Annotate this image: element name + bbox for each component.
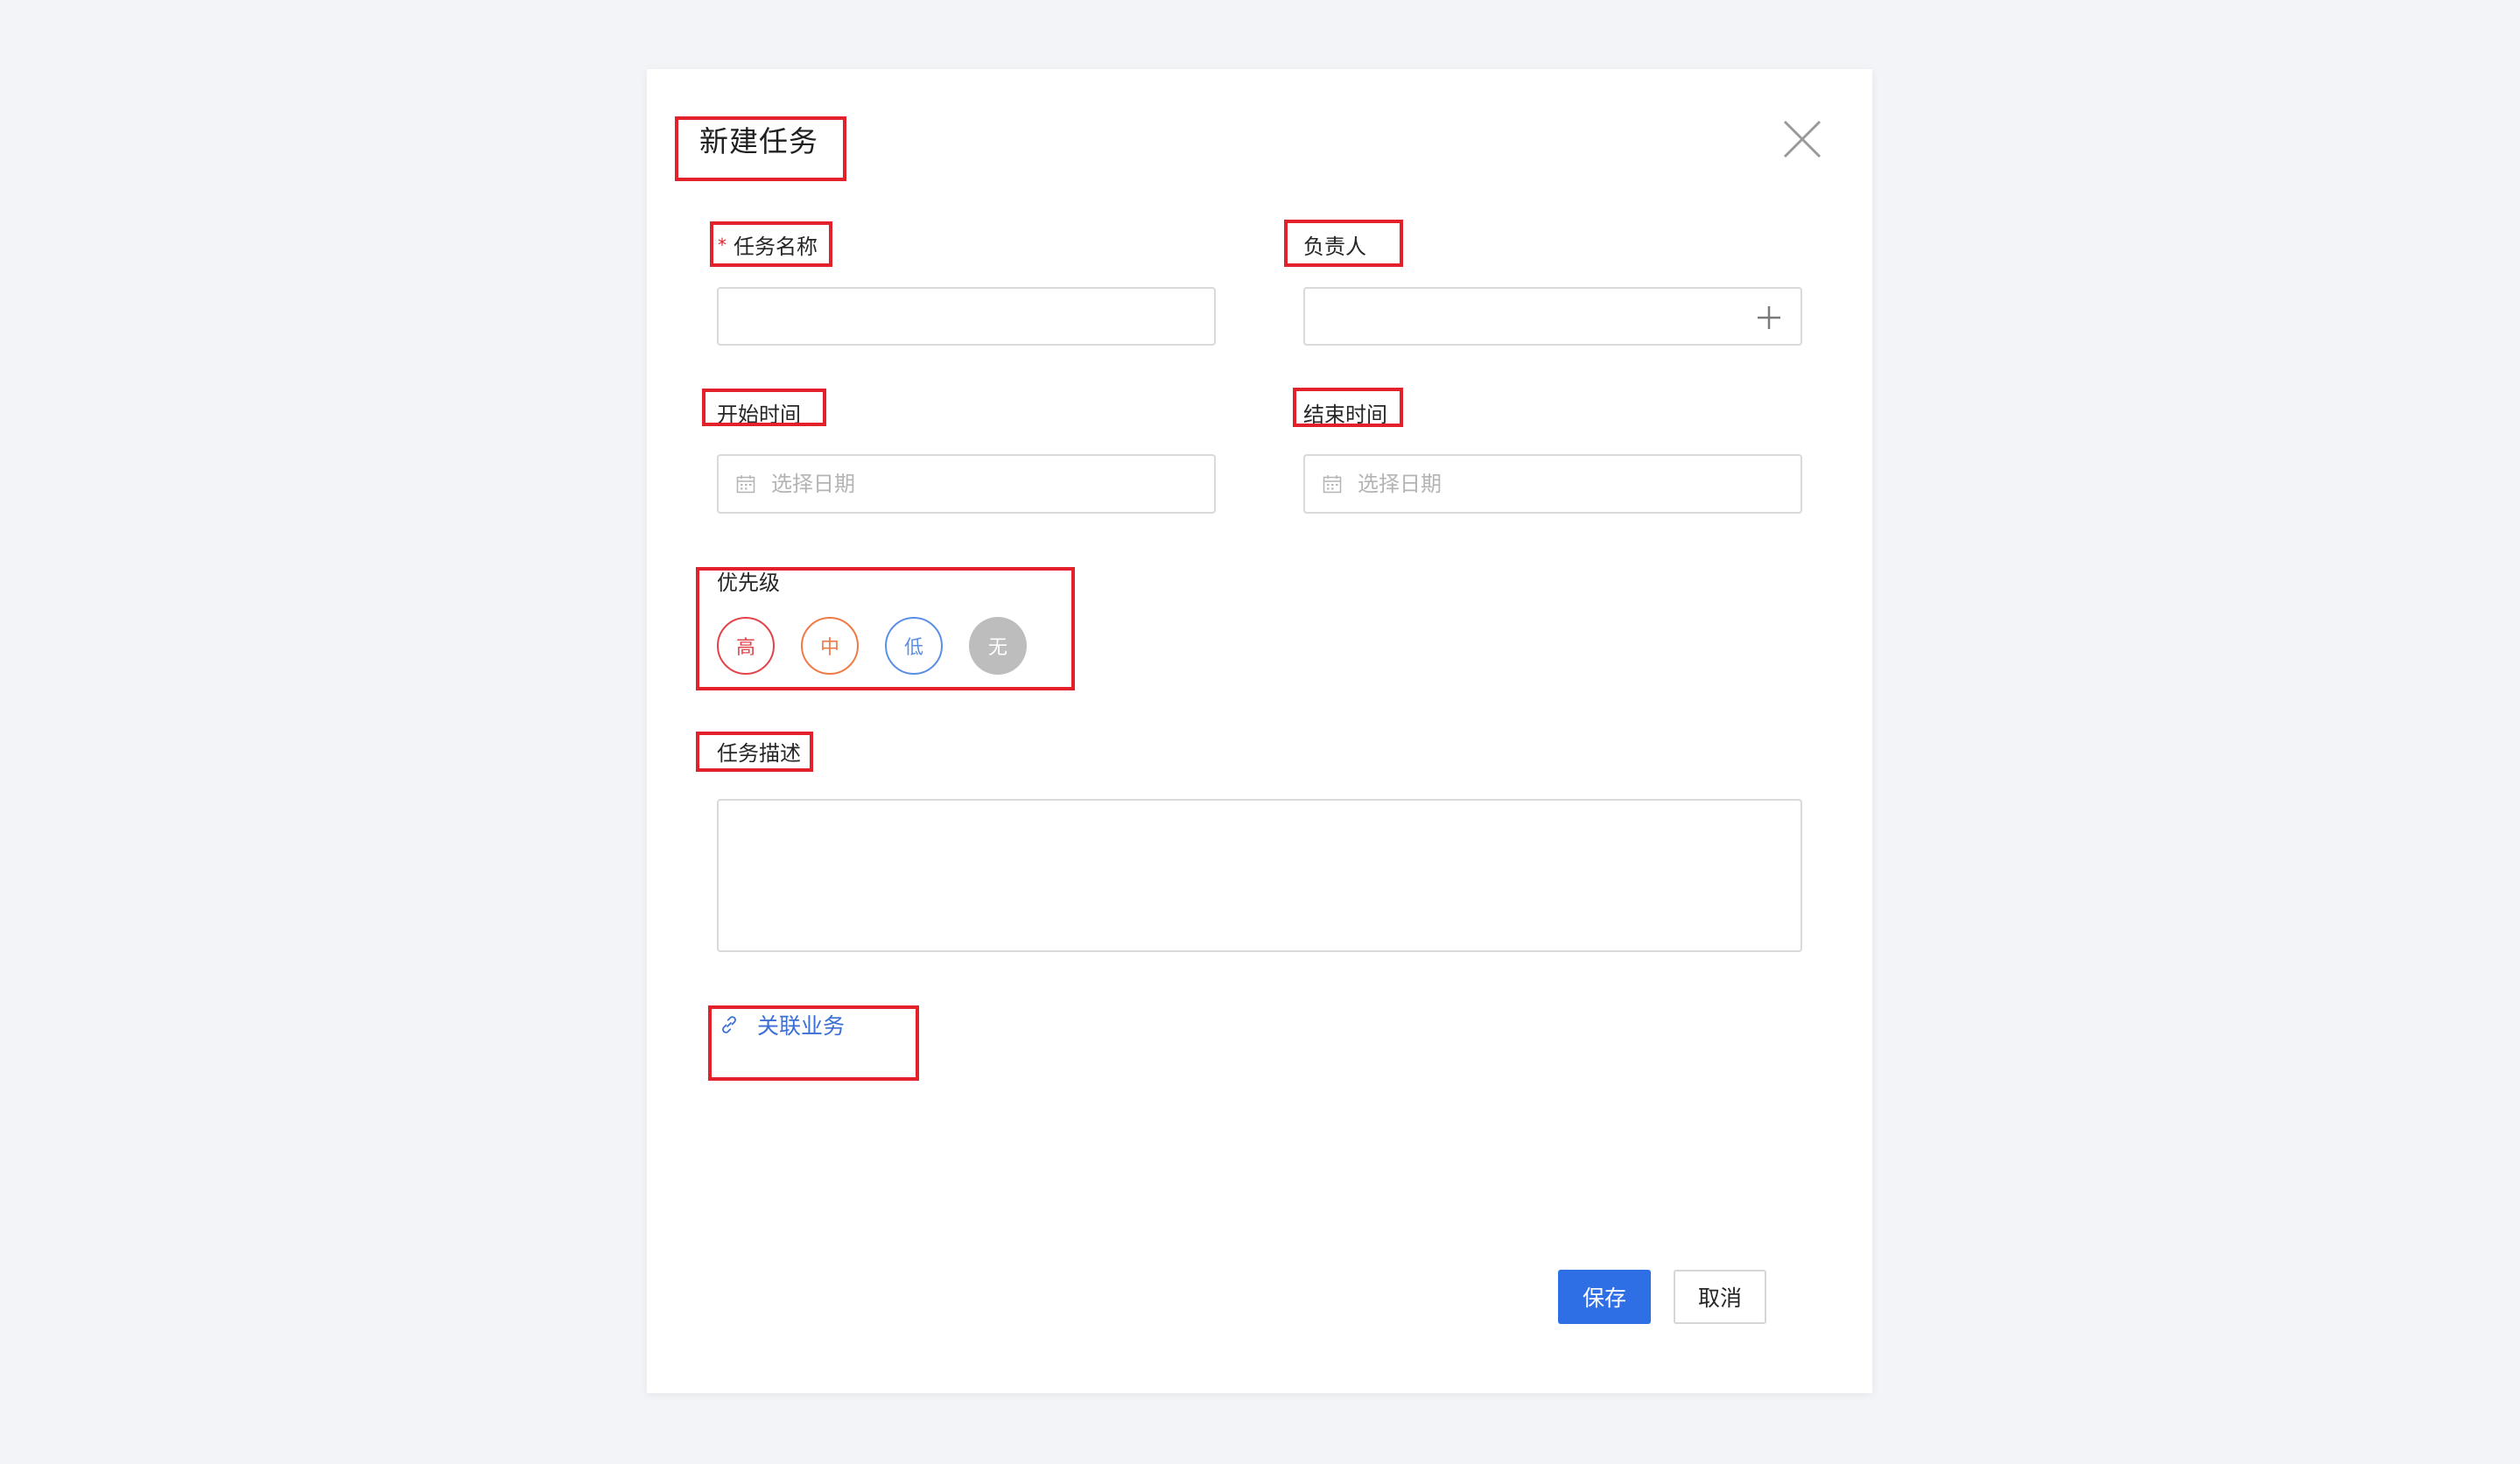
annotation-box-priority	[696, 567, 1075, 690]
assignee-field[interactable]	[1303, 287, 1802, 346]
start-date-picker[interactable]	[717, 454, 1216, 514]
task-name-input[interactable]	[736, 299, 1204, 336]
save-button[interactable]: 保存	[1558, 1270, 1651, 1324]
add-assignee-icon[interactable]	[1755, 304, 1783, 332]
calendar-icon	[1323, 475, 1342, 494]
calendar-icon	[736, 475, 755, 494]
new-task-dialog: 新建任务 * 任务名称 负责人 开始时间 选择日期 结束时间 选择日期 优先级 …	[647, 69, 1872, 1393]
description-field[interactable]	[717, 799, 1802, 952]
close-icon[interactable]	[1781, 118, 1823, 160]
end-date-input[interactable]	[1356, 466, 1762, 502]
task-name-field[interactable]	[717, 287, 1216, 346]
annotation-box-description	[696, 732, 813, 772]
annotation-box-start-time	[702, 389, 826, 426]
cancel-button[interactable]: 取消	[1674, 1270, 1766, 1324]
annotation-box-related-business	[708, 1005, 919, 1081]
start-date-input[interactable]	[769, 466, 1176, 502]
annotation-box-title	[675, 116, 846, 181]
description-textarea[interactable]	[734, 809, 1788, 944]
annotation-box-assignee	[1284, 220, 1403, 267]
end-date-picker[interactable]	[1303, 454, 1802, 514]
annotation-box-end-time	[1293, 388, 1403, 427]
annotation-box-task-name	[710, 221, 832, 267]
